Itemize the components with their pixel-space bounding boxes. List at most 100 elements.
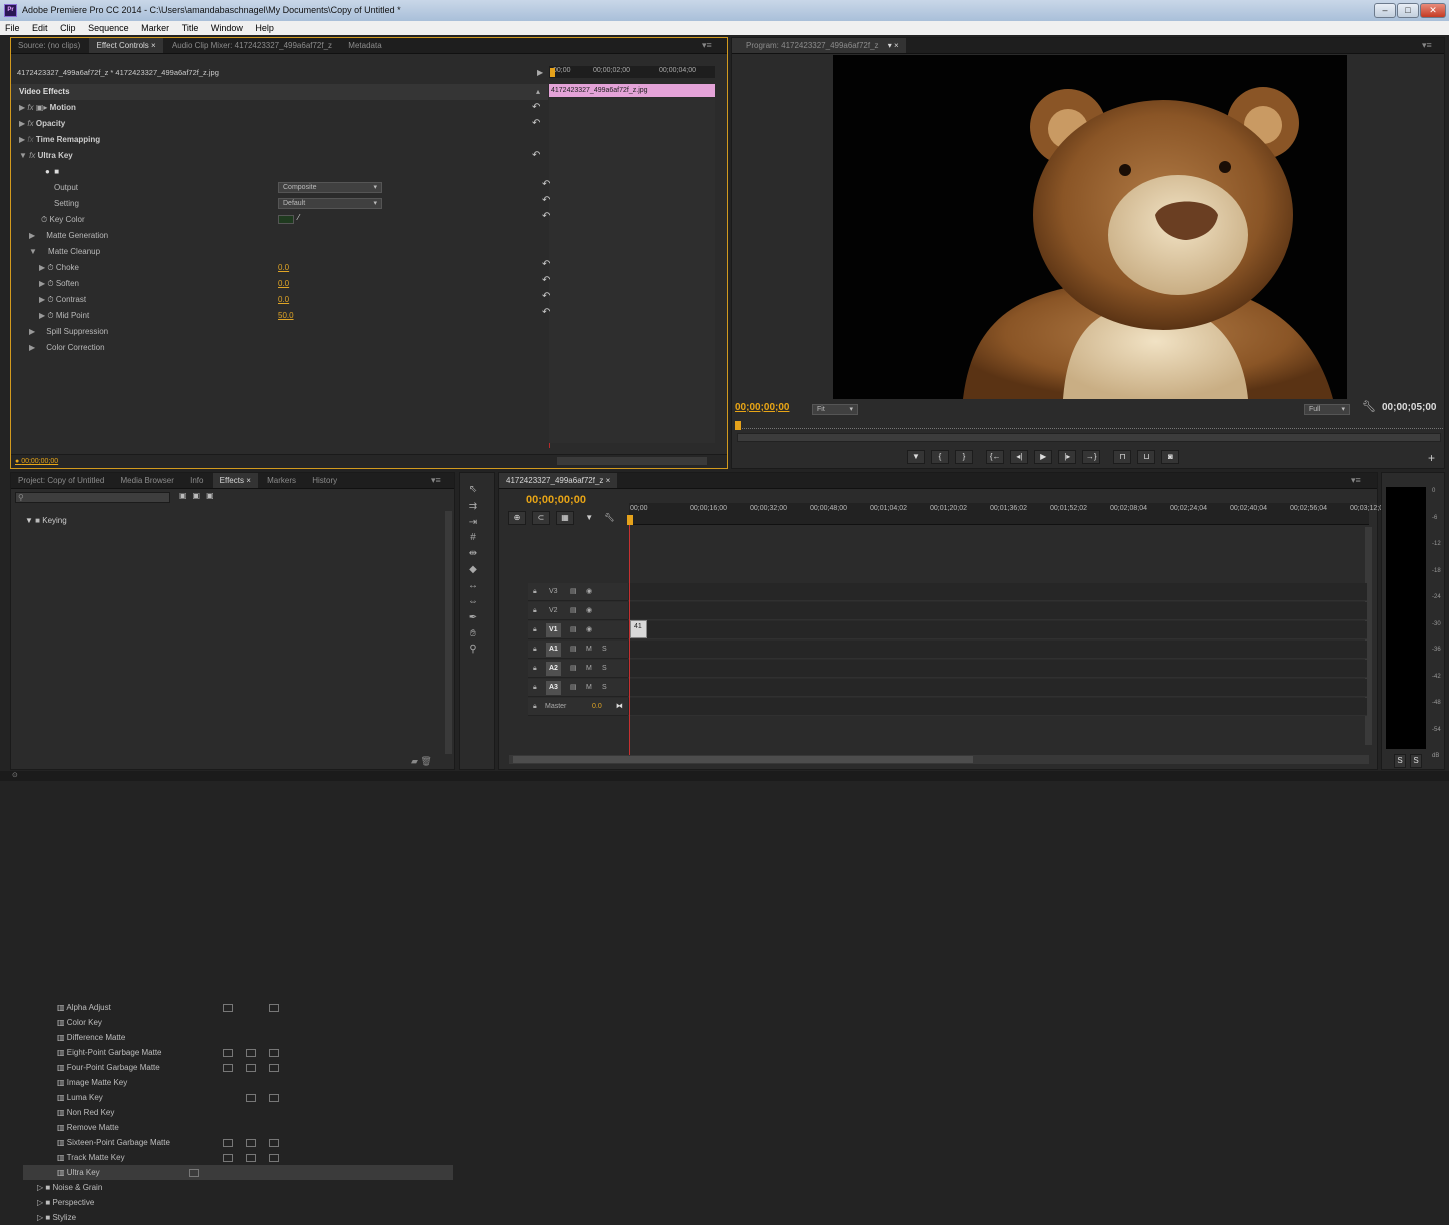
matte-generation-row[interactable]: ▶ Matte Generation	[11, 228, 108, 244]
scrollbar-thumb[interactable]	[513, 756, 973, 763]
hand-tool-icon[interactable]: ✋︎	[466, 627, 480, 641]
mark-in-button[interactable]: {	[931, 450, 949, 464]
tab-audio-clip-mixer[interactable]: Audio Clip Mixer: 4172423327_499a6af72f_…	[165, 38, 339, 53]
program-zoom-bar[interactable]	[737, 433, 1441, 442]
ec-time-ruler[interactable]: 00;00 00;00;02;00 00;00;04;00	[549, 66, 715, 78]
step-back-button[interactable]: ◂|	[1010, 450, 1029, 464]
effect-folder[interactable]: ▷ ■ Noise & Grain	[37, 1180, 102, 1195]
mark-out-button[interactable]: }	[955, 450, 973, 464]
program-playhead[interactable]	[735, 421, 741, 430]
button-editor-plus-icon[interactable]: +	[1428, 451, 1435, 465]
go-to-in-button[interactable]: {←	[986, 450, 1005, 464]
ec-playhead[interactable]	[550, 68, 555, 77]
track-lock-icon[interactable]: 🔒︎	[533, 583, 537, 601]
contrast-value[interactable]: 0.0	[278, 292, 289, 308]
effect-item[interactable]: ▥ Eight-Point Garbage Matte	[57, 1045, 457, 1060]
effect-item[interactable]: ▥ Luma Key	[57, 1090, 457, 1105]
effect-row-ultra-key[interactable]: ▼ fx Ultra Key ↶	[11, 148, 548, 164]
expand-triangle-icon[interactable]: ▶	[29, 327, 35, 336]
panel-menu-icon[interactable]: ▾≡	[431, 475, 441, 486]
effect-item[interactable]: ▥ Difference Matte	[57, 1030, 457, 1045]
audio-track-header[interactable]: 🔒︎ A1 ▤ M S	[528, 641, 628, 659]
effect-row-opacity[interactable]: ▶ fx Opacity ↶	[11, 116, 548, 132]
track-lock-icon[interactable]: 🔒︎	[533, 641, 537, 659]
timeline-ruler[interactable]: 00;00 00;00;16;00 00;00;32;00 00;00;48;00 00…	[629, 503, 1383, 525]
key-color-swatch[interactable]	[278, 215, 294, 224]
tab-media-browser[interactable]: Media Browser	[114, 473, 181, 488]
panel-menu-icon[interactable]: ▾≡	[702, 40, 712, 51]
color-correction-row[interactable]: ▶ Color Correction	[11, 340, 105, 356]
selection-tool-icon[interactable]: ⇖	[466, 483, 480, 497]
reset-icon[interactable]: ↶	[542, 259, 550, 270]
track-target-label[interactable]: A1	[546, 643, 561, 657]
master-panner-icon[interactable]: ⧓	[616, 698, 623, 716]
reset-icon[interactable]: ↶	[542, 211, 550, 222]
effects-search-input[interactable]: ⚲	[15, 492, 170, 503]
reset-icon[interactable]: ↶	[532, 148, 540, 164]
track-target-label[interactable]: V3	[546, 585, 561, 599]
tab-program[interactable]: Program: 4172423327_499a6af72f_z ▾ ×	[732, 38, 906, 53]
program-video-frame[interactable]	[833, 55, 1347, 399]
close-window-button[interactable]: ✕	[1420, 3, 1446, 18]
video-track-header[interactable]: 🔒︎ V1 ▤ ◉	[528, 621, 628, 639]
solo-left-button[interactable]: S	[1394, 754, 1406, 768]
tab-history[interactable]: History	[305, 473, 344, 488]
sync-lock-icon[interactable]: ▤	[570, 621, 577, 639]
pen-tool-icon[interactable]: ✒︎	[466, 611, 480, 625]
ripple-edit-tool-icon[interactable]: ⇥	[466, 516, 480, 530]
ec-timeline-area[interactable]	[549, 98, 715, 443]
toggle-output-eye-icon[interactable]: ◉	[586, 621, 592, 639]
tab-source[interactable]: Source: (no clips)	[11, 38, 87, 53]
solo-right-button[interactable]: S	[1410, 754, 1422, 768]
ellipse-mask-icon[interactable]: ●	[45, 167, 50, 176]
zoom-tool-icon[interactable]: ⚲	[466, 643, 480, 657]
expand-triangle-icon[interactable]: ▷	[37, 1183, 43, 1192]
reset-icon[interactable]: ↶	[542, 275, 550, 286]
timeline-horizontal-scrollbar[interactable]	[509, 755, 1369, 764]
menu-clip[interactable]: Clip	[55, 21, 81, 35]
reset-icon[interactable]: ↶	[542, 195, 550, 206]
program-current-timecode[interactable]: 00;00;00;00	[735, 402, 789, 413]
menu-title[interactable]: Title	[177, 21, 204, 35]
menu-marker[interactable]: Marker	[136, 21, 174, 35]
go-to-out-button[interactable]: →}	[1082, 450, 1101, 464]
fit-dropdown[interactable]: Fit ▾	[812, 404, 858, 415]
effect-row-time-remapping[interactable]: ▶ fx Time Remapping	[11, 132, 548, 148]
collapse-triangle-icon[interactable]: ▼	[19, 151, 27, 160]
track-target-label[interactable]: V2	[546, 604, 561, 618]
setting-dropdown[interactable]: Default ▾	[278, 198, 382, 209]
expand-triangle-icon[interactable]: ▶	[29, 343, 35, 352]
extract-button[interactable]: ⊔	[1137, 450, 1156, 464]
solo-track-button[interactable]: S	[602, 679, 607, 697]
mute-track-button[interactable]: M	[586, 660, 592, 678]
solo-track-button[interactable]: S	[602, 641, 607, 659]
razor-tool-icon[interactable]: ◆	[466, 563, 480, 577]
menu-help[interactable]: Help	[250, 21, 279, 35]
audio-track-header[interactable]: 🔒︎ A2 ▤ M S	[528, 660, 628, 678]
slide-tool-icon[interactable]: ⇔	[466, 595, 480, 609]
effect-item[interactable]: ▥ Sixteen-Point Garbage Matte	[57, 1135, 457, 1150]
panel-menu-icon[interactable]: ▾≡	[1422, 40, 1432, 51]
lift-button[interactable]: ⊓	[1113, 450, 1132, 464]
track-target-label[interactable]: A3	[546, 681, 561, 695]
mute-track-button[interactable]: M	[586, 679, 592, 697]
slip-tool-icon[interactable]: ↔	[466, 579, 480, 593]
track-lock-icon[interactable]: 🔒︎	[533, 621, 537, 639]
sync-lock-icon[interactable]: ▤	[570, 641, 577, 659]
tab-effects[interactable]: Effects ×	[212, 473, 258, 488]
collapse-icon[interactable]: ▴	[536, 84, 540, 100]
effect-item[interactable]: ▥ Non Red Key	[57, 1105, 457, 1120]
ec-current-timecode[interactable]: ● 00;00;00;00	[15, 458, 58, 465]
reset-icon[interactable]: ↶	[532, 116, 540, 132]
effects-scrollbar[interactable]	[445, 511, 452, 754]
program-time-ruler[interactable]	[735, 421, 1443, 429]
linked-selection-icon[interactable]: ▦	[556, 511, 574, 525]
tab-info[interactable]: Info	[183, 473, 210, 488]
effect-item[interactable]: ▥ Track Matte Key	[57, 1150, 457, 1165]
video-track-header[interactable]: 🔒︎ V2 ▤ ◉	[528, 602, 628, 620]
ec-zoom-scrollbar[interactable]	[557, 457, 707, 465]
tab-effect-controls[interactable]: Effect Controls ×	[89, 38, 163, 53]
solo-track-button[interactable]: S	[602, 660, 607, 678]
v1-clip[interactable]: 41	[630, 620, 647, 638]
expand-triangle-icon[interactable]: ▷	[37, 1198, 43, 1207]
